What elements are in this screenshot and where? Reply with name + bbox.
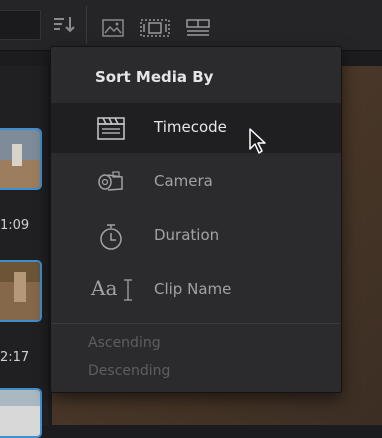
clip-thumbnail-image bbox=[0, 390, 40, 436]
toolbar-divider bbox=[86, 6, 87, 44]
menu-item-label: Camera bbox=[154, 172, 213, 190]
text-cursor-icon: Aa bbox=[91, 276, 118, 300]
clip-filmstrip: 1:09 2:17 bbox=[0, 66, 48, 438]
media-pool-toolbar bbox=[0, 0, 382, 51]
menu-item-camera[interactable]: Camera bbox=[51, 157, 341, 207]
search-field[interactable] bbox=[0, 10, 41, 40]
clip-thumbnail[interactable] bbox=[0, 128, 42, 190]
clip-timecode: 2:17 bbox=[0, 350, 30, 365]
menu-item-timecode[interactable]: Timecode bbox=[51, 103, 341, 153]
mouse-pointer-icon bbox=[249, 128, 266, 154]
sort-button[interactable] bbox=[50, 14, 78, 36]
menu-item-duration[interactable]: Duration bbox=[51, 211, 341, 261]
menu-item-ascending: Ascending bbox=[88, 335, 161, 351]
filmstrip-view-icon[interactable] bbox=[140, 19, 170, 37]
camera-icon bbox=[98, 171, 123, 191]
menu-item-label: Timecode bbox=[154, 118, 227, 136]
menu-divider bbox=[51, 323, 341, 324]
menu-title: Sort Media By bbox=[95, 68, 214, 86]
clip-thumbnail-image bbox=[0, 262, 40, 320]
thumbnail-view-icon[interactable] bbox=[102, 19, 124, 37]
i-beam-icon bbox=[124, 279, 132, 301]
menu-item-label: Clip Name bbox=[154, 280, 232, 298]
clip-thumbnail[interactable] bbox=[0, 260, 42, 322]
clip-thumbnail[interactable] bbox=[0, 388, 42, 438]
clip-thumbnail-image bbox=[0, 130, 40, 188]
menu-item-descending: Descending bbox=[88, 363, 171, 379]
menu-item-clip-name[interactable]: Aa Clip Name bbox=[51, 265, 341, 315]
sort-down-icon bbox=[54, 17, 75, 33]
list-view-icon[interactable] bbox=[186, 19, 210, 37]
sort-media-menu: Sort Media By Timecode Camera Duration A… bbox=[50, 46, 342, 393]
stopwatch-icon bbox=[100, 224, 122, 250]
menu-item-label: Duration bbox=[154, 226, 220, 244]
clip-timecode: 1:09 bbox=[0, 218, 30, 233]
clapperboard-icon bbox=[97, 117, 125, 140]
